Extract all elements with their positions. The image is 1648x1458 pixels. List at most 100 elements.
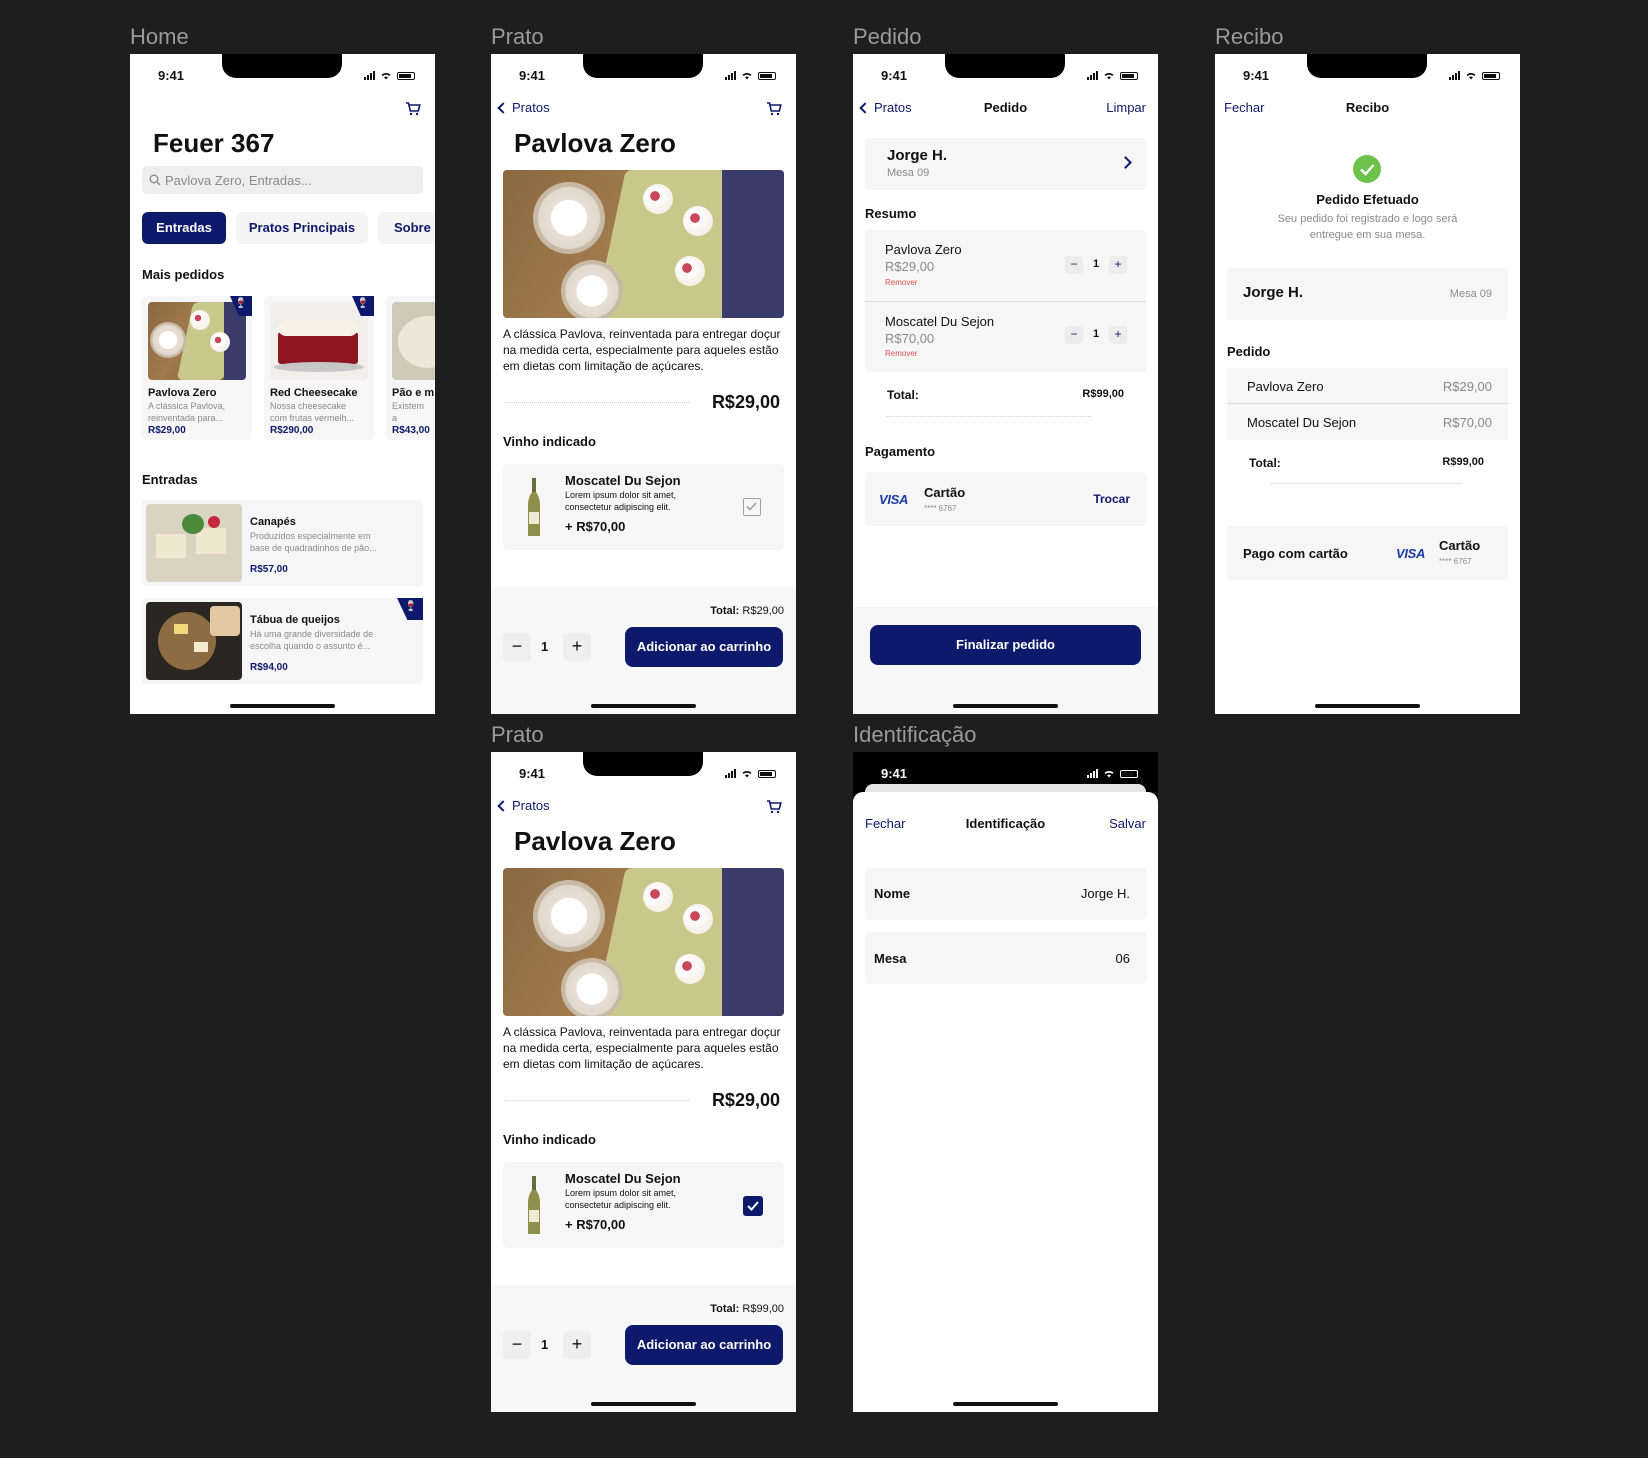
battery-icon [758,769,776,778]
success-title: Pedido Efetuado [1316,192,1419,207]
total-value: R$99,00 [1442,456,1484,468]
payment-heading: Pagamento [865,444,936,459]
decrease-button[interactable]: − [1065,326,1083,344]
home-indicator[interactable] [953,1402,1058,1406]
signal-icon [1449,71,1460,80]
popular-card[interactable]: Pão e m Existem a molhos re R$43,00 [386,296,435,440]
card-price: R$43,00 [392,425,430,436]
total-value: R$99,00 [1082,388,1124,400]
checkmark-icon [747,1201,759,1211]
change-payment-button[interactable]: Trocar [1093,492,1130,506]
tab-pratos-principais[interactable]: Pratos Principais [236,212,368,244]
list-item[interactable]: Canapés Produzidos especialmente em base… [142,500,423,586]
list-item[interactable]: 🍷 Tábua de queijos Há uma grande diversi… [142,598,423,684]
add-to-cart-button[interactable]: Adicionar ao carrinho [625,1325,783,1365]
notch [583,54,703,78]
list-item: Pavlova Zero R$29,00 Remover − 1 + [865,230,1146,302]
decrease-button[interactable]: − [503,633,531,661]
cart-icon[interactable] [405,102,421,116]
customer-card[interactable]: Jorge H. Mesa 09 [865,138,1146,190]
home-indicator[interactable] [591,704,696,708]
wine-card[interactable]: Moscatel Du Sejon Lorem ipsum dolor sit … [503,464,784,550]
table-field[interactable]: Mesa 06 [865,932,1146,984]
card-title: Pavlova Zero [148,387,217,399]
item-price: R$29,00 [885,259,935,274]
wine-name: Moscatel Du Sejon [565,473,681,488]
signal-icon [725,71,736,80]
home-indicator[interactable] [230,704,335,708]
decrease-button[interactable]: − [1065,256,1083,274]
remove-link[interactable]: Remover [885,278,917,287]
list-item: Moscatel Du Sejon R$70,00 [1227,404,1508,440]
payment-card[interactable]: VISA Cartão **** 6767 Trocar [865,472,1146,526]
cart-icon[interactable] [766,102,782,116]
home-indicator[interactable] [953,704,1058,708]
tab-sobre[interactable]: Sobre [378,212,435,244]
popular-card[interactable]: 🍷 Pavlova Zero A clássica Pavlova, reinv… [142,296,252,440]
dish-image [503,170,784,318]
search-icon [149,174,161,186]
search-input[interactable]: Pavlova Zero, Entradas... [142,166,423,194]
cart-icon[interactable] [766,800,782,814]
increase-button[interactable]: + [1109,256,1127,274]
wine-bottle-icon [528,478,540,536]
name-field[interactable]: Nome Jorge H. [865,868,1146,920]
wine-bottle-icon [528,1176,540,1234]
notch [583,752,703,776]
increase-button[interactable]: + [563,1331,591,1359]
wifi-icon [742,72,752,80]
item-price: R$70,00 [885,331,935,346]
name-value[interactable]: Jorge H. [1081,886,1130,901]
finish-order-button[interactable]: Finalizar pedido [870,625,1141,665]
name-label: Nome [874,886,911,901]
total-label: Total: [887,388,919,402]
list-item: Pavlova Zero R$29,00 [1227,368,1508,404]
dish-description: A clássica Pavlova, reinventada para ent… [503,1025,781,1071]
card-label: Cartão [924,485,966,500]
cheesecake-thumbnail [270,302,368,380]
status-time: 9:41 [519,766,546,781]
table-value[interactable]: 06 [1116,951,1130,966]
wine-description: Lorem ipsum dolor sit amet, consectetur … [565,490,677,512]
clear-button[interactable]: Limpar [1106,100,1146,115]
increase-button[interactable]: + [563,633,591,661]
quantity-value: 1 [541,639,549,654]
save-button[interactable]: Salvar [1109,816,1146,831]
divider [505,1100,689,1101]
popular-card[interactable]: 🍷 Red Cheesecake Nossa cheesecake com fr… [264,296,374,440]
tab-entradas[interactable]: Entradas [142,212,226,244]
frame-label-prato-2: Prato [491,722,544,747]
order-heading: Pedido [1227,344,1271,359]
home-indicator[interactable] [591,1402,696,1406]
status-icons [1449,71,1500,80]
dish-title: Pavlova Zero [514,128,676,158]
dish-screen-selected: 9:41 Pratos Pavlova Zero A clássica Pavl… [491,752,796,1412]
total-label: Total: [710,605,740,617]
status-bar: 9:41 [853,766,1158,784]
total-value: R$99,00 [742,1303,784,1315]
back-button[interactable]: Pratos [497,798,550,813]
decrease-button[interactable]: − [503,1331,531,1359]
wine-checkbox-checked[interactable] [743,1196,763,1216]
add-to-cart-button[interactable]: Adicionar ao carrinho [625,627,783,667]
wine-heading: Vinho indicado [503,434,596,449]
status-time: 9:41 [519,68,546,83]
back-button[interactable]: Pratos [497,100,550,115]
dish-screen: 9:41 Pratos Pavlova Zero A clássica Pavl… [491,54,796,714]
card-number: **** 6767 [1439,557,1472,566]
increase-button[interactable]: + [1109,326,1127,344]
wine-description: Lorem ipsum dolor sit amet, consectetur … [565,1188,677,1210]
customer-table: Mesa 09 [1449,288,1492,300]
status-time: 9:41 [881,68,908,83]
card-title: Pão e m [392,387,435,399]
bread-thumbnail [392,302,435,380]
identification-screen: 9:41 Fechar Identificação Salvar Nome Jo… [853,752,1158,1412]
list-item-title: Canapés [250,516,296,528]
wine-checkbox[interactable] [743,498,761,516]
remove-link[interactable]: Remover [885,349,917,358]
wine-card[interactable]: Moscatel Du Sejon Lorem ipsum dolor sit … [503,1162,784,1248]
wifi-icon [381,72,391,80]
visa-logo: VISA [879,492,909,507]
battery-icon [1482,71,1500,80]
home-indicator[interactable] [1315,704,1420,708]
